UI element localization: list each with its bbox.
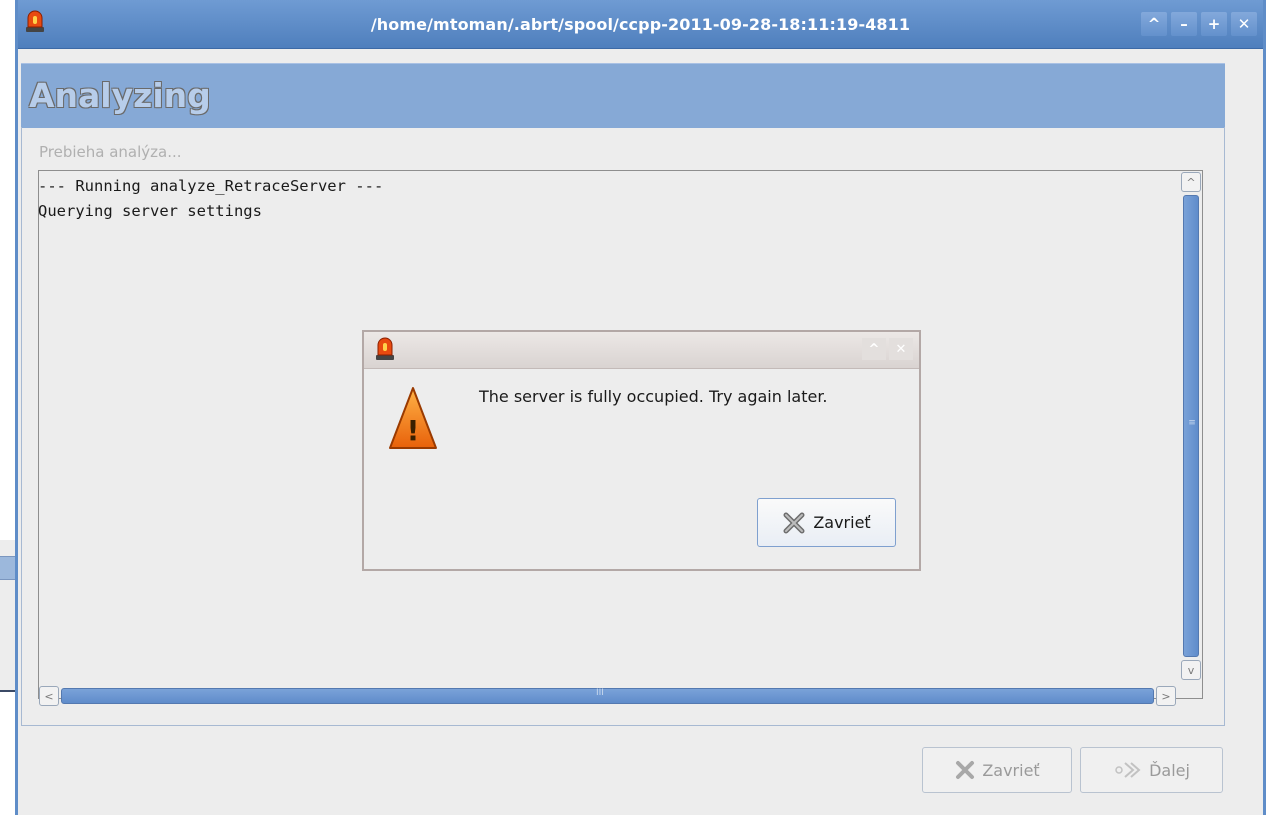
scroll-left-button[interactable]: < (39, 686, 59, 706)
dialog-close-label: Zavrieť (813, 513, 871, 532)
warning-triangle-icon: ! (389, 387, 437, 449)
next-button[interactable]: Ďalej (1080, 747, 1223, 793)
error-dialog: ^ ✕ ! The server is fully occupied. Try … (362, 330, 921, 571)
x-cross-icon (783, 512, 805, 533)
svg-text:!: ! (407, 414, 420, 447)
scroll-up-button[interactable]: ^ (1181, 172, 1201, 192)
horizontal-scroll-thumb[interactable] (61, 688, 1154, 704)
dialog-shade-button[interactable]: ^ (862, 338, 886, 360)
dialog-close-window-button[interactable]: ✕ (889, 338, 913, 360)
log-text: --- Running analyze_RetraceServer --- Qu… (38, 177, 384, 220)
grip-icon: III (596, 688, 604, 698)
close-button[interactable]: Zavrieť (922, 747, 1072, 793)
alarm-light-icon (376, 337, 394, 360)
dialog-titlebar[interactable]: ^ ✕ (364, 332, 919, 369)
page-header: Analyzing (21, 63, 1225, 128)
page-title: Analyzing (29, 76, 211, 115)
scroll-right-button[interactable]: > (1156, 686, 1176, 706)
window-titlebar[interactable]: /home/mtoman/.abrt/spool/ccpp-2011-09-28… (18, 0, 1263, 49)
maximize-button[interactable]: + (1201, 12, 1227, 36)
dialog-close-button[interactable]: Zavrieť (757, 498, 896, 547)
forward-arrow-icon (1115, 762, 1141, 778)
minimize-button[interactable]: – (1171, 12, 1197, 36)
grip-icon: ≡ (1188, 418, 1196, 428)
status-label: Prebieha analýza... (39, 143, 182, 161)
close-window-button[interactable]: ✕ (1231, 12, 1257, 36)
scroll-down-button[interactable]: v (1181, 660, 1201, 680)
next-button-label: Ďalej (1149, 760, 1190, 780)
x-cross-icon (956, 761, 975, 779)
close-button-label: Zavrieť (982, 760, 1040, 780)
dialog-message: The server is fully occupied. Try again … (479, 387, 828, 406)
window-title: /home/mtoman/.abrt/spool/ccpp-2011-09-28… (370, 15, 911, 34)
shade-button[interactable]: ^ (1141, 12, 1167, 36)
